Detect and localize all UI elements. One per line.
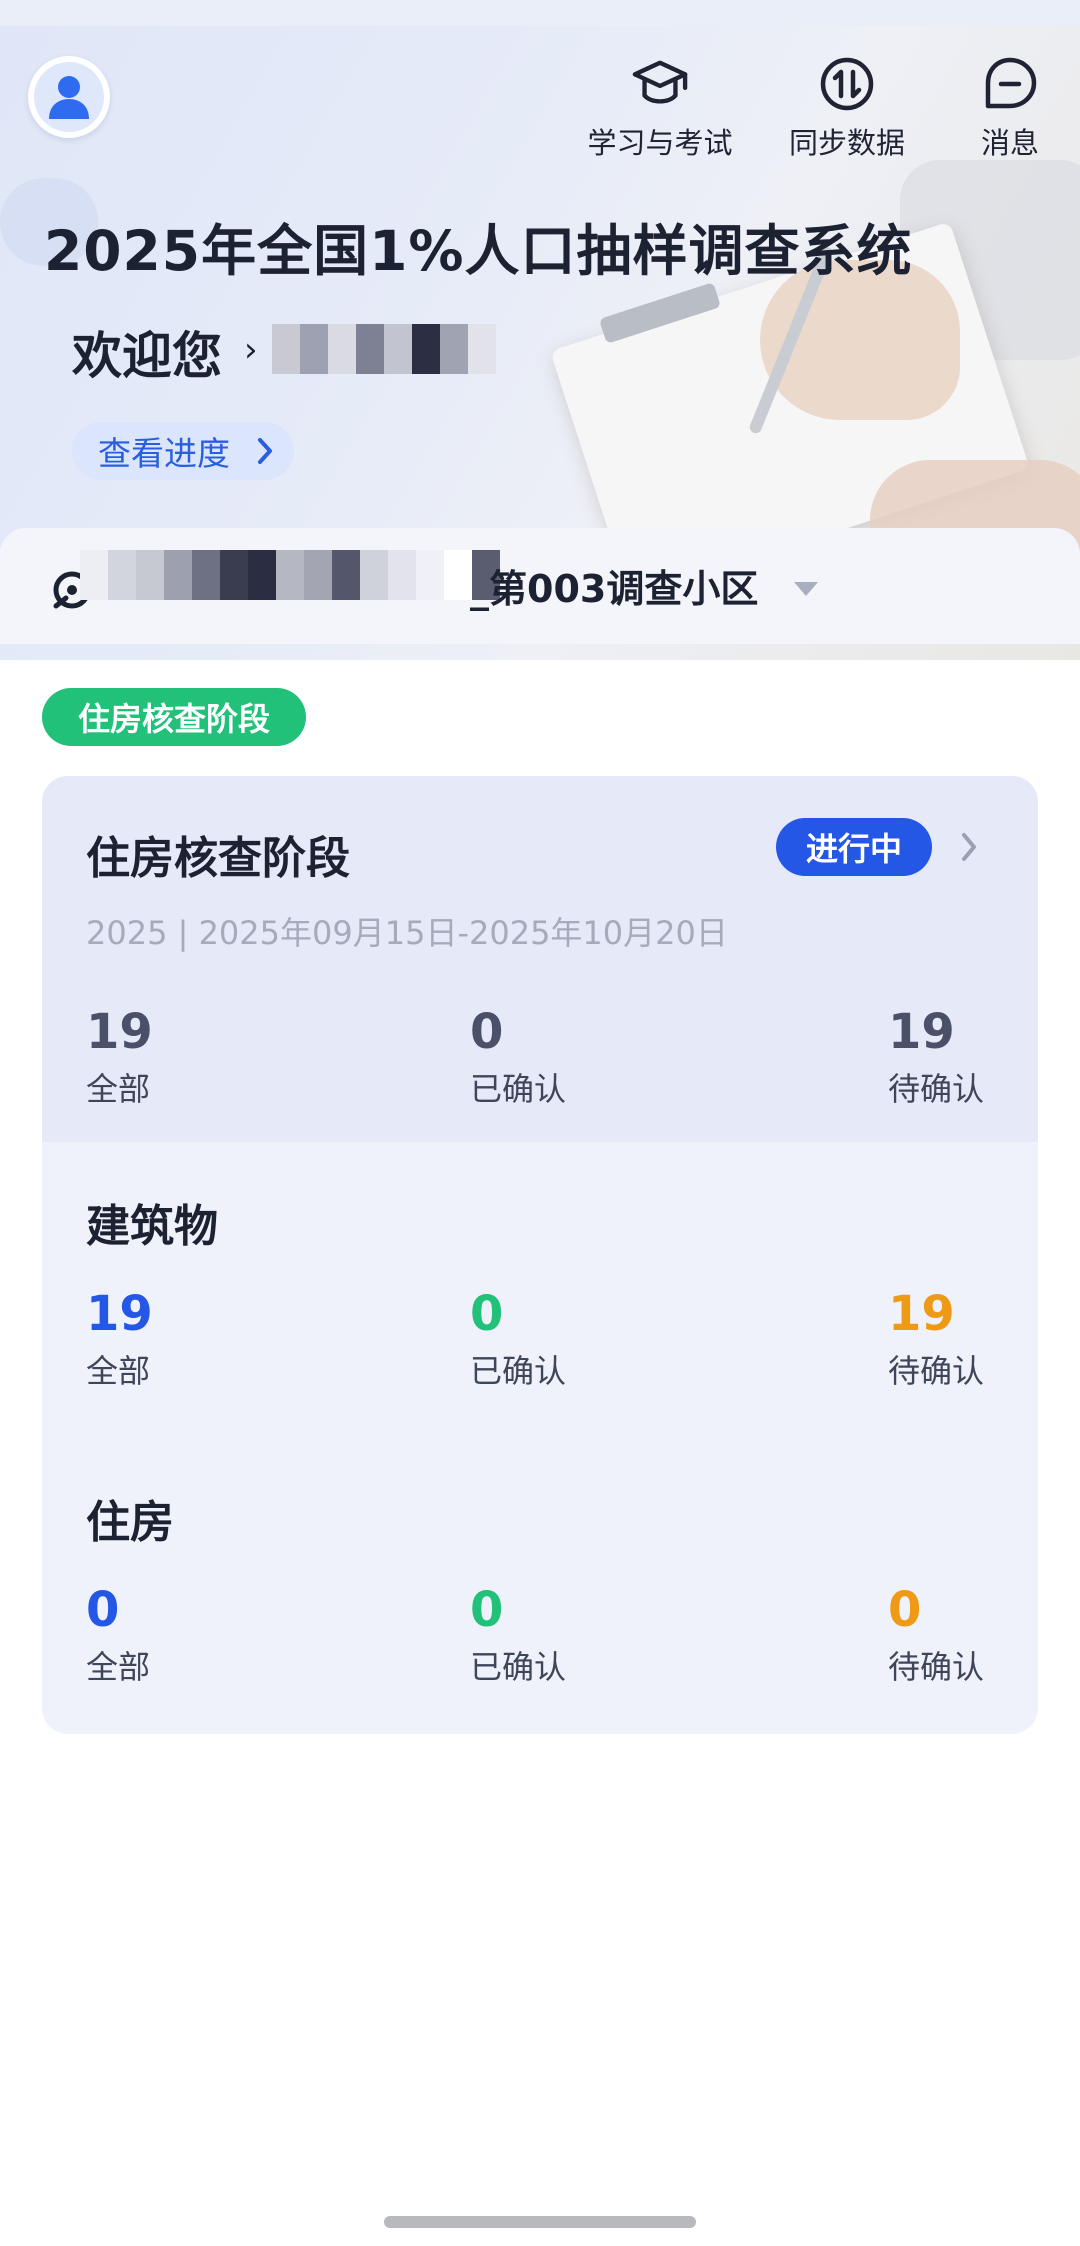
- stat-label: 已确认: [470, 1648, 567, 1686]
- stat-value: 0: [470, 1286, 504, 1342]
- graduation-cap-icon: [632, 60, 688, 104]
- housing-stat-confirmed: 0 已确认: [470, 1584, 566, 1688]
- sync-data-label: 同步数据: [788, 126, 905, 160]
- card-title: 住房核查阶段: [86, 833, 350, 884]
- view-progress-label: 查看进度: [98, 434, 230, 473]
- sync-icon: [820, 57, 874, 111]
- message-icon: [985, 57, 1037, 109]
- sync-data-button[interactable]: 同步数据: [772, 56, 922, 162]
- housing-title: 住房: [86, 1497, 174, 1548]
- stage-period: 2025 | 2025年09月15日-2025年10月20日: [86, 914, 728, 952]
- stat-value: 19: [86, 1004, 153, 1060]
- chevron-right-icon: [258, 438, 272, 464]
- home-indicator[interactable]: [384, 2216, 696, 2228]
- stage-tag: 住房核查阶段: [42, 688, 306, 746]
- stat-value: 0: [888, 1582, 922, 1638]
- redacted-username: [272, 324, 496, 374]
- chevron-right-icon: ›: [244, 330, 258, 370]
- housing-stat-total: 0 全部: [86, 1584, 150, 1688]
- stat-confirmed: 0 已确认: [470, 1006, 566, 1110]
- stat-total: 19 全部: [86, 1006, 153, 1110]
- stat-value: 0: [470, 1582, 504, 1638]
- stage-card[interactable]: 住房核查阶段 进行中 2025 | 2025年09月15日-2025年10月20…: [42, 776, 1038, 1734]
- status-badge: 进行中: [776, 818, 932, 876]
- survey-area-label: _第003调查小区: [470, 567, 759, 611]
- buildings-stat-confirmed: 0 已确认: [470, 1288, 566, 1392]
- welcome-text: 欢迎您: [72, 327, 222, 385]
- stat-value: 0: [470, 1004, 504, 1060]
- stat-label: 已确认: [470, 1352, 567, 1390]
- stat-pending: 19 待确认: [888, 1006, 984, 1110]
- stat-label: 全部: [86, 1070, 151, 1108]
- stat-value: 19: [86, 1286, 153, 1342]
- stat-label: 待确认: [888, 1648, 985, 1686]
- caret-down-icon: [794, 582, 818, 596]
- stat-label: 待确认: [888, 1352, 985, 1390]
- app-title: 2025年全国1%人口抽样调查系统: [44, 219, 913, 283]
- messages-button[interactable]: 消息: [960, 56, 1060, 162]
- chevron-right-icon[interactable]: [960, 831, 978, 863]
- housing-stat-pending: 0 待确认: [888, 1584, 984, 1688]
- buildings-title: 建筑物: [86, 1201, 218, 1252]
- study-exam-label: 学习与考试: [587, 126, 733, 160]
- view-progress-button[interactable]: 查看进度: [72, 422, 294, 480]
- status-bar: [0, 0, 1080, 26]
- stat-label: 全部: [86, 1648, 151, 1686]
- buildings-stat-total: 19 全部: [86, 1288, 153, 1392]
- stat-label: 已确认: [470, 1070, 567, 1108]
- user-icon: [49, 76, 89, 119]
- buildings-stat-pending: 19 待确认: [888, 1288, 984, 1392]
- stat-value: 0: [86, 1582, 120, 1638]
- avatar[interactable]: [28, 56, 110, 138]
- redacted-area-name: [80, 550, 500, 600]
- stat-label: 全部: [86, 1352, 151, 1390]
- survey-area-selector[interactable]: _第003调查小区: [0, 528, 1080, 644]
- messages-label: 消息: [980, 126, 1039, 160]
- stat-label: 待确认: [888, 1070, 985, 1108]
- stat-value: 19: [888, 1286, 955, 1342]
- stat-value: 19: [888, 1004, 955, 1060]
- study-exam-button[interactable]: 学习与考试: [570, 56, 750, 162]
